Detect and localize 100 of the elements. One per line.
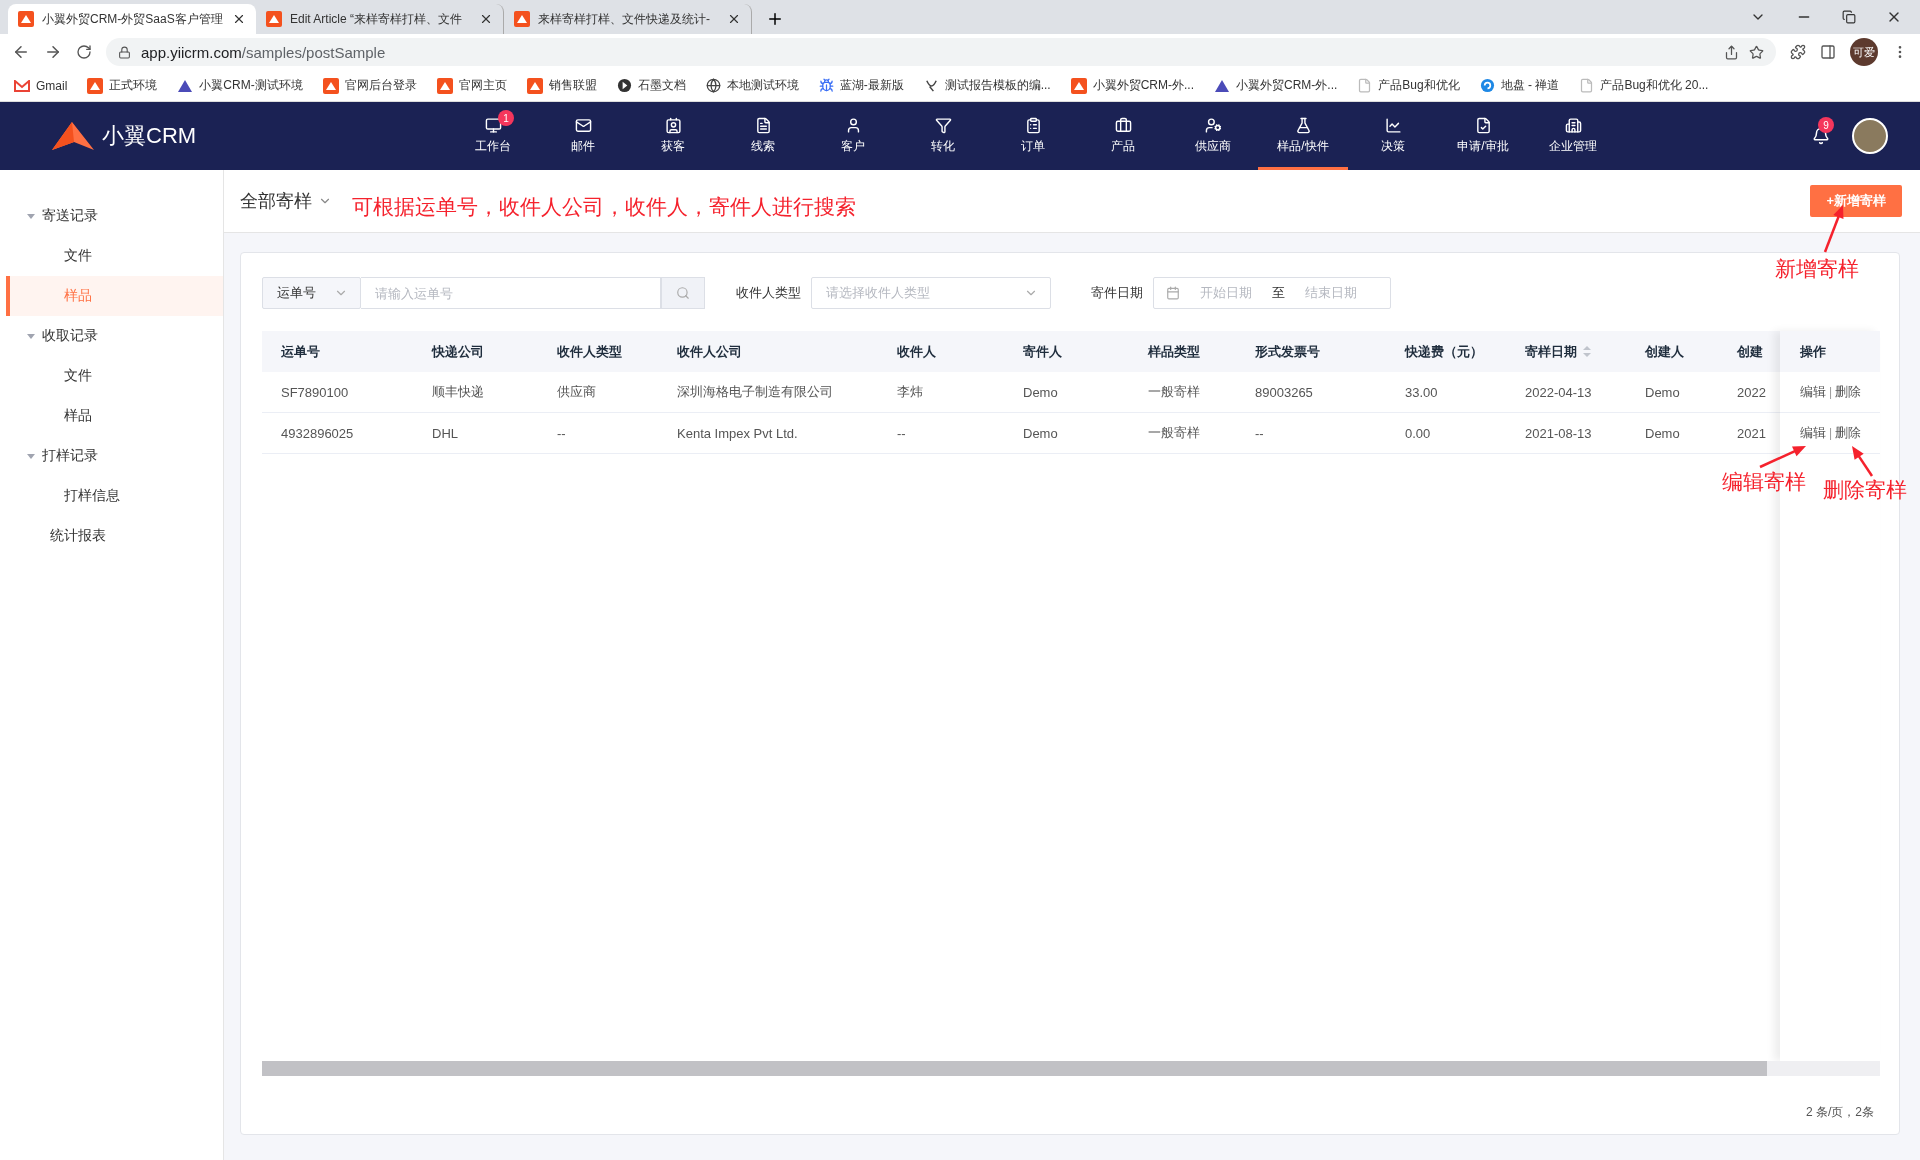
column-header[interactable]: 寄样日期 [1506,342,1626,361]
close-icon[interactable] [479,12,493,26]
action-link[interactable]: 删除 [1835,383,1862,401]
bookmark[interactable]: 小翼外贸CRM-外... [1070,77,1194,94]
column-header: 形式发票号 [1254,342,1321,361]
date-range-field[interactable]: 开始日期 至 结束日期 [1153,277,1391,309]
sidebar-group[interactable]: 打样记录 [0,436,223,476]
side-panel-icon[interactable] [1820,44,1836,60]
search-field-select[interactable]: 运单号 [262,277,361,309]
share-icon[interactable] [1724,44,1739,60]
bug-icon [818,78,834,93]
sidebar-group[interactable]: 寄送记录 [0,196,223,236]
table-cell-text: 0.00 [1404,425,1432,441]
table-cell-text: SF7890100 [280,384,350,400]
user-avatar[interactable] [1852,118,1888,154]
flask-icon [1294,117,1312,134]
browser-tab[interactable]: 小翼外贸CRM-外贸SaaS客户管理 [8,4,256,34]
sidebar-item[interactable]: 打样信息 [6,476,223,516]
back-icon[interactable] [12,43,30,61]
new-tab-icon[interactable] [766,10,784,28]
address-bar[interactable]: app.yiicrm.com/samples/postSample [106,38,1776,66]
circle-logo-icon [616,78,632,93]
pagination-text: 2 条/页，2条 [1806,1104,1874,1121]
nav-item[interactable]: 转化 [898,102,988,170]
sidebar-item[interactable]: 文件 [6,236,223,276]
sidebar-item[interactable]: 统计报表 [6,516,223,556]
brand-logo-icon [1070,77,1087,94]
brand-logo-icon [514,11,530,27]
close-icon[interactable] [232,12,246,26]
column-header: 快递费（元） [1403,342,1484,361]
nav-item[interactable]: 客户 [808,102,898,170]
bookmark[interactable]: 产品Bug和优化 20... [1579,77,1709,94]
nav-item[interactable]: 邮件 [538,102,628,170]
lock-icon [118,45,131,59]
profile-avatar[interactable]: 可爱 [1850,38,1878,66]
brand-logo-icon [322,77,339,94]
brand-logo-icon [266,11,282,27]
sidebar-group[interactable]: 收取记录 [0,316,223,356]
annotation-text: 编辑寄样 [1722,469,1806,495]
brand-logo-icon [436,77,453,94]
table-cell-text: 一般寄样 [1147,424,1201,442]
bookmark[interactable]: 官网主页 [436,77,507,94]
reload-icon[interactable] [76,44,92,60]
bookmark[interactable]: 测试报告模板的编... [923,77,1051,94]
bookmark-star-icon[interactable] [1749,44,1764,60]
bookmark[interactable]: 小翼CRM-测试环境 [177,77,303,94]
contact-icon [664,117,682,134]
action-link[interactable]: 删除 [1835,424,1862,442]
annotation-arrow [1759,446,1806,469]
mail-icon [574,117,592,134]
table-cell-text: 2022-04-13 [1524,384,1593,400]
bookmark[interactable]: 蓝湖-最新版 [818,77,904,94]
globe-icon [705,78,721,93]
bookmark[interactable]: 石墨文档 [616,77,686,94]
nav-item[interactable]: 线索 [718,102,808,170]
nav-item[interactable]: 决策 [1348,102,1438,170]
scrollbar[interactable] [262,1061,1880,1076]
triangle-icon [1214,78,1230,93]
table-cell-text: 深圳海格电子制造有限公司 [676,383,834,401]
nav-item[interactable]: 企业管理 [1528,102,1618,170]
view-dropdown[interactable]: 全部寄样 [240,189,332,213]
annotation-text: 新增寄样 [1775,256,1859,282]
restore-icon[interactable] [1842,10,1856,24]
bookmark[interactable]: 小翼外贸CRM-外... [1214,77,1338,94]
chart-icon [1384,117,1402,134]
table-cell-text: 33.00 [1404,384,1439,400]
table-cell-text: 2021-08-13 [1524,425,1593,441]
bookmark[interactable]: 本地测试环境 [705,77,799,94]
annotation-arrow [1823,205,1844,253]
nav-item[interactable]: 产品 [1078,102,1168,170]
bookmark[interactable]: 官网后台登录 [322,77,417,94]
caret-icon [26,211,36,221]
notification-icon[interactable] [1812,127,1830,145]
extensions-icon[interactable] [1790,44,1806,60]
mail-icon [14,79,30,92]
column-header: 寄件人 [1022,342,1063,361]
logo-icon [50,120,96,152]
bookmark[interactable]: 销售联盟 [526,77,597,94]
nav-item[interactable]: 供应商 [1168,102,1258,170]
close-icon[interactable] [727,12,741,26]
bookmark[interactable]: Gmail [14,78,68,93]
nav-item[interactable]: 工作台 1 [448,102,538,170]
bookmark[interactable]: 正式环境 [87,77,158,94]
separator: | [1829,426,1833,440]
sidebar-item[interactable]: 样品 [6,396,223,436]
nav-item[interactable]: 获客 [628,102,718,170]
action-link[interactable]: 编辑 [1800,383,1826,401]
nav-item[interactable]: 订单 [988,102,1078,170]
table-cell-text: 2022 [1736,384,1767,400]
bookmark[interactable]: 地盘 - 禅道 [1479,77,1560,94]
search-field[interactable]: 请输入运单号 [361,277,661,309]
sidebar-item[interactable]: 文件 [6,356,223,396]
action-link[interactable]: 编辑 [1800,424,1826,442]
forward-icon[interactable] [44,43,62,61]
notification-badge: 1 [498,110,514,126]
column-header: 创建人 [1644,342,1685,361]
nav-item[interactable]: 申请/审批 [1438,102,1528,170]
bookmark[interactable]: 产品Bug和优化 [1357,77,1460,94]
swirl-icon [1479,78,1495,93]
page-icon [1357,78,1373,93]
